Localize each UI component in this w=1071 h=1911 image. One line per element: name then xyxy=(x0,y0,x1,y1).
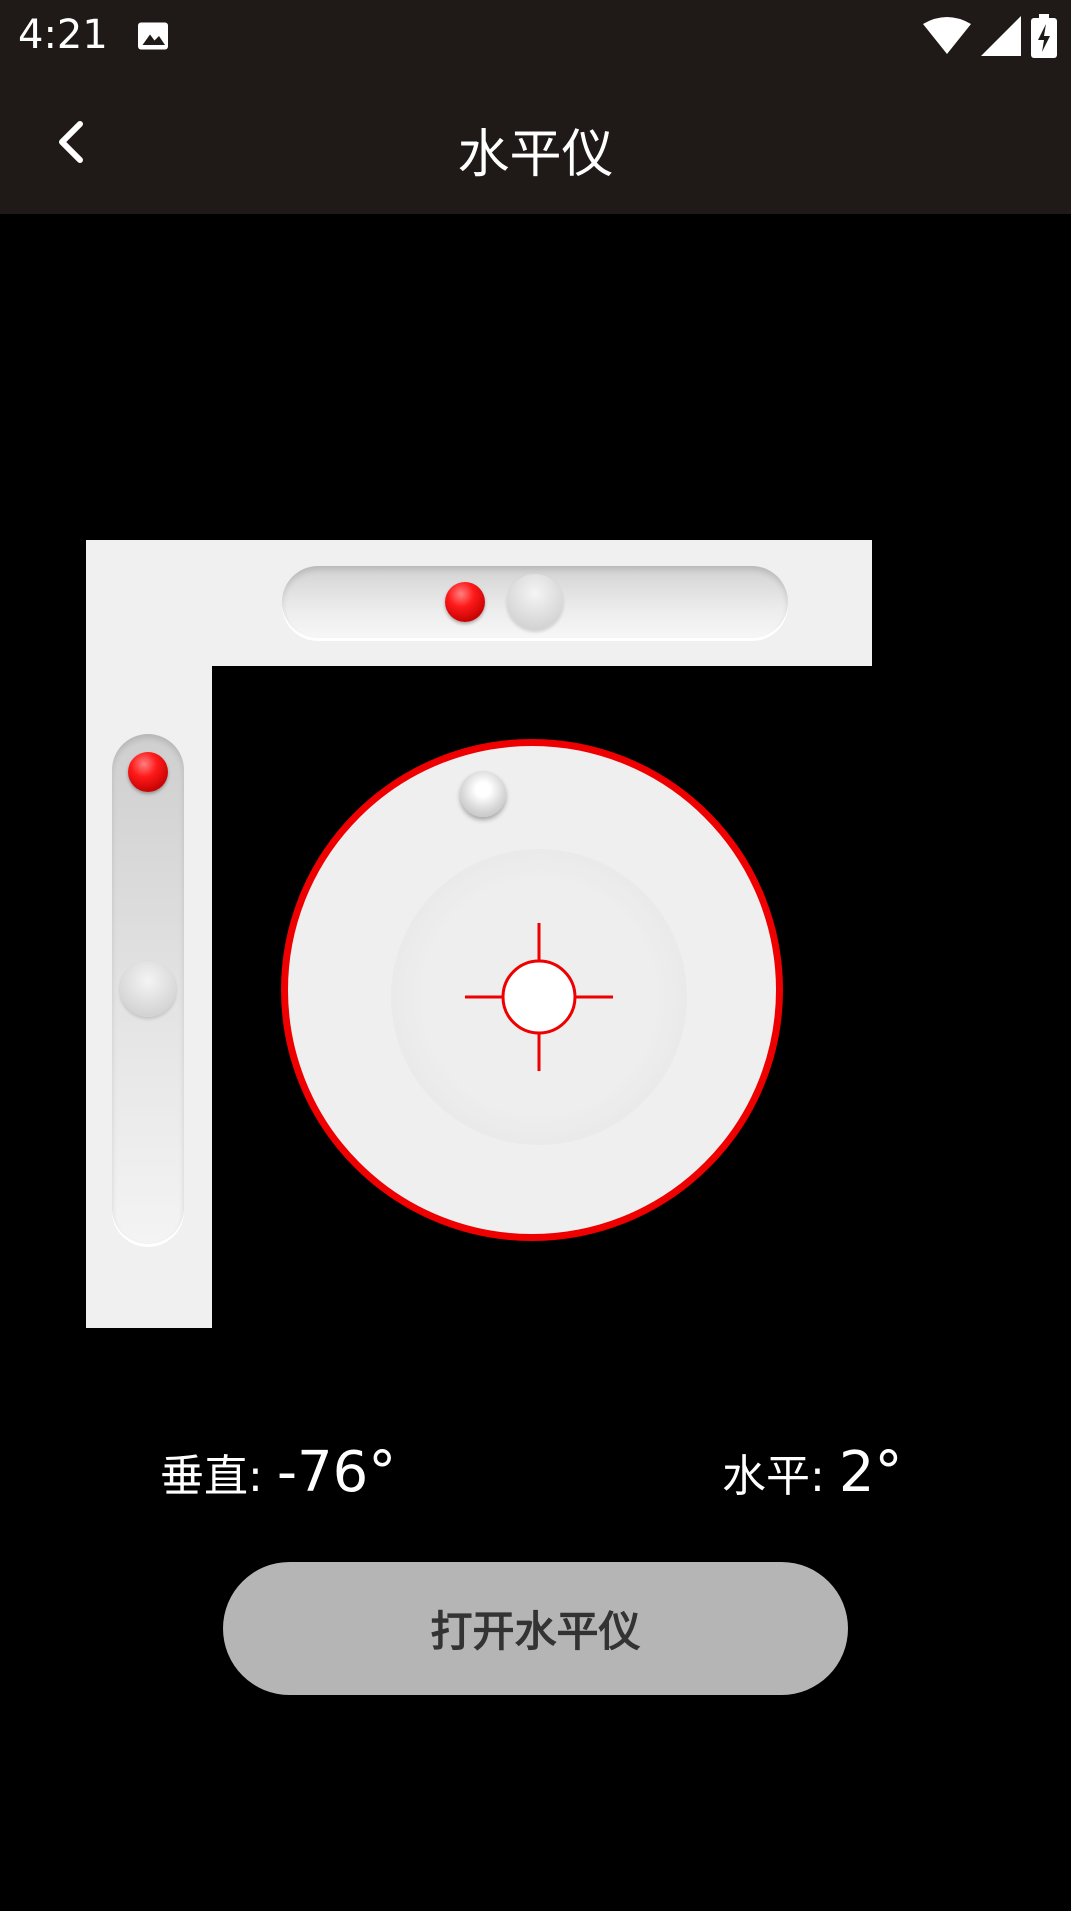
horizontal-readout-label: 水平: xyxy=(722,1451,825,1502)
crosshair-icon xyxy=(465,923,613,1071)
vertical-readout-label: 垂直: xyxy=(160,1451,263,1502)
status-icons xyxy=(923,14,1057,58)
signal-icon xyxy=(981,16,1021,56)
page-title: 水平仪 xyxy=(457,125,614,185)
horizontal-readout: 水平: 2° xyxy=(722,1440,902,1505)
bullseye-level xyxy=(281,739,783,1241)
gallery-icon xyxy=(138,22,168,50)
status-bar: 4:21 xyxy=(0,0,1071,72)
app-bar: 水平仪 xyxy=(0,72,1071,214)
vertical-tube-center-marker xyxy=(120,961,176,1017)
horizontal-bubble-tube xyxy=(282,566,788,638)
vertical-readout: 垂直: -76° xyxy=(160,1440,396,1505)
vertical-readout-value: -76° xyxy=(276,1440,397,1505)
vertical-bubble-tube xyxy=(112,734,184,1244)
bullseye-bubble xyxy=(460,771,506,817)
vertical-red-bubble xyxy=(128,752,168,792)
horizontal-readout-value: 2° xyxy=(838,1440,903,1505)
status-time: 4:21 xyxy=(18,12,108,58)
battery-charging-icon xyxy=(1031,14,1057,58)
wifi-icon xyxy=(923,17,971,54)
open-level-button[interactable]: 打开水平仪 xyxy=(223,1562,848,1695)
horizontal-red-bubble xyxy=(445,582,485,622)
horizontal-tube-center-marker xyxy=(507,574,563,630)
